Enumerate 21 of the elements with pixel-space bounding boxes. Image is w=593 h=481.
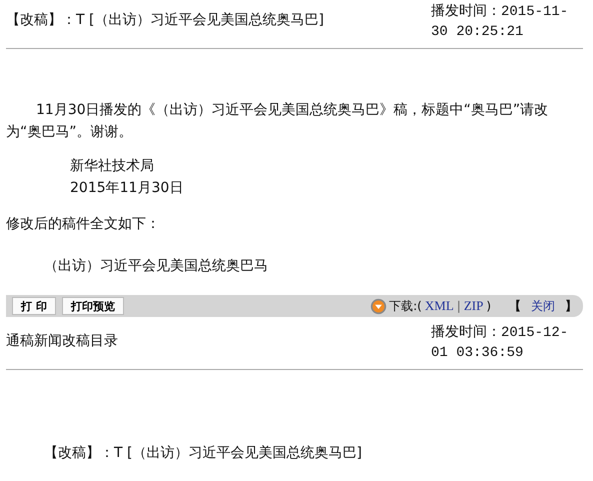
bracket-text: 【 xyxy=(509,298,521,314)
download-link[interactable]: ZIP xyxy=(464,298,484,314)
corrected-title: （出访）习近平会见美国总统奥巴马 xyxy=(44,257,269,276)
article-title: 【改稿】：T [（出访）习近平会见美国总统奥马巴] xyxy=(6,11,324,29)
article-title: 通稿新闻改稿目录 xyxy=(6,332,118,350)
lead-text: 修改后的稿件全文如下： xyxy=(6,215,161,234)
notice-paragraph: 11月30日播发的《（出访）习近平会见美国总统奥马巴》稿，标题中“奥马巴”请改为“奥巴马”。谢谢。 xyxy=(6,101,550,142)
download-icon xyxy=(370,298,388,314)
bracket-text: 】 xyxy=(565,298,577,314)
separator-text: | xyxy=(456,299,461,313)
paren-text: ) xyxy=(486,299,491,313)
download-link[interactable]: XML xyxy=(424,298,454,314)
download-label: 下载:( xyxy=(389,298,422,314)
signature-line: 新华社技术局 xyxy=(70,157,155,176)
print-button[interactable]: 打 印 xyxy=(12,297,56,315)
print-button[interactable]: 打印预览 xyxy=(62,297,124,315)
broadcast-time: 播发时间：2015-12-01 03:36:59 xyxy=(431,324,570,363)
article-title: 【改稿】：T [（出访）习近平会见美国总统奥马巴] xyxy=(44,444,363,462)
close-link[interactable]: 关闭 xyxy=(531,298,555,314)
signature-line: 2015年11月30日 xyxy=(70,179,184,198)
broadcast-time: 播发时间：2015-11-30 20:25:21 xyxy=(431,2,570,42)
